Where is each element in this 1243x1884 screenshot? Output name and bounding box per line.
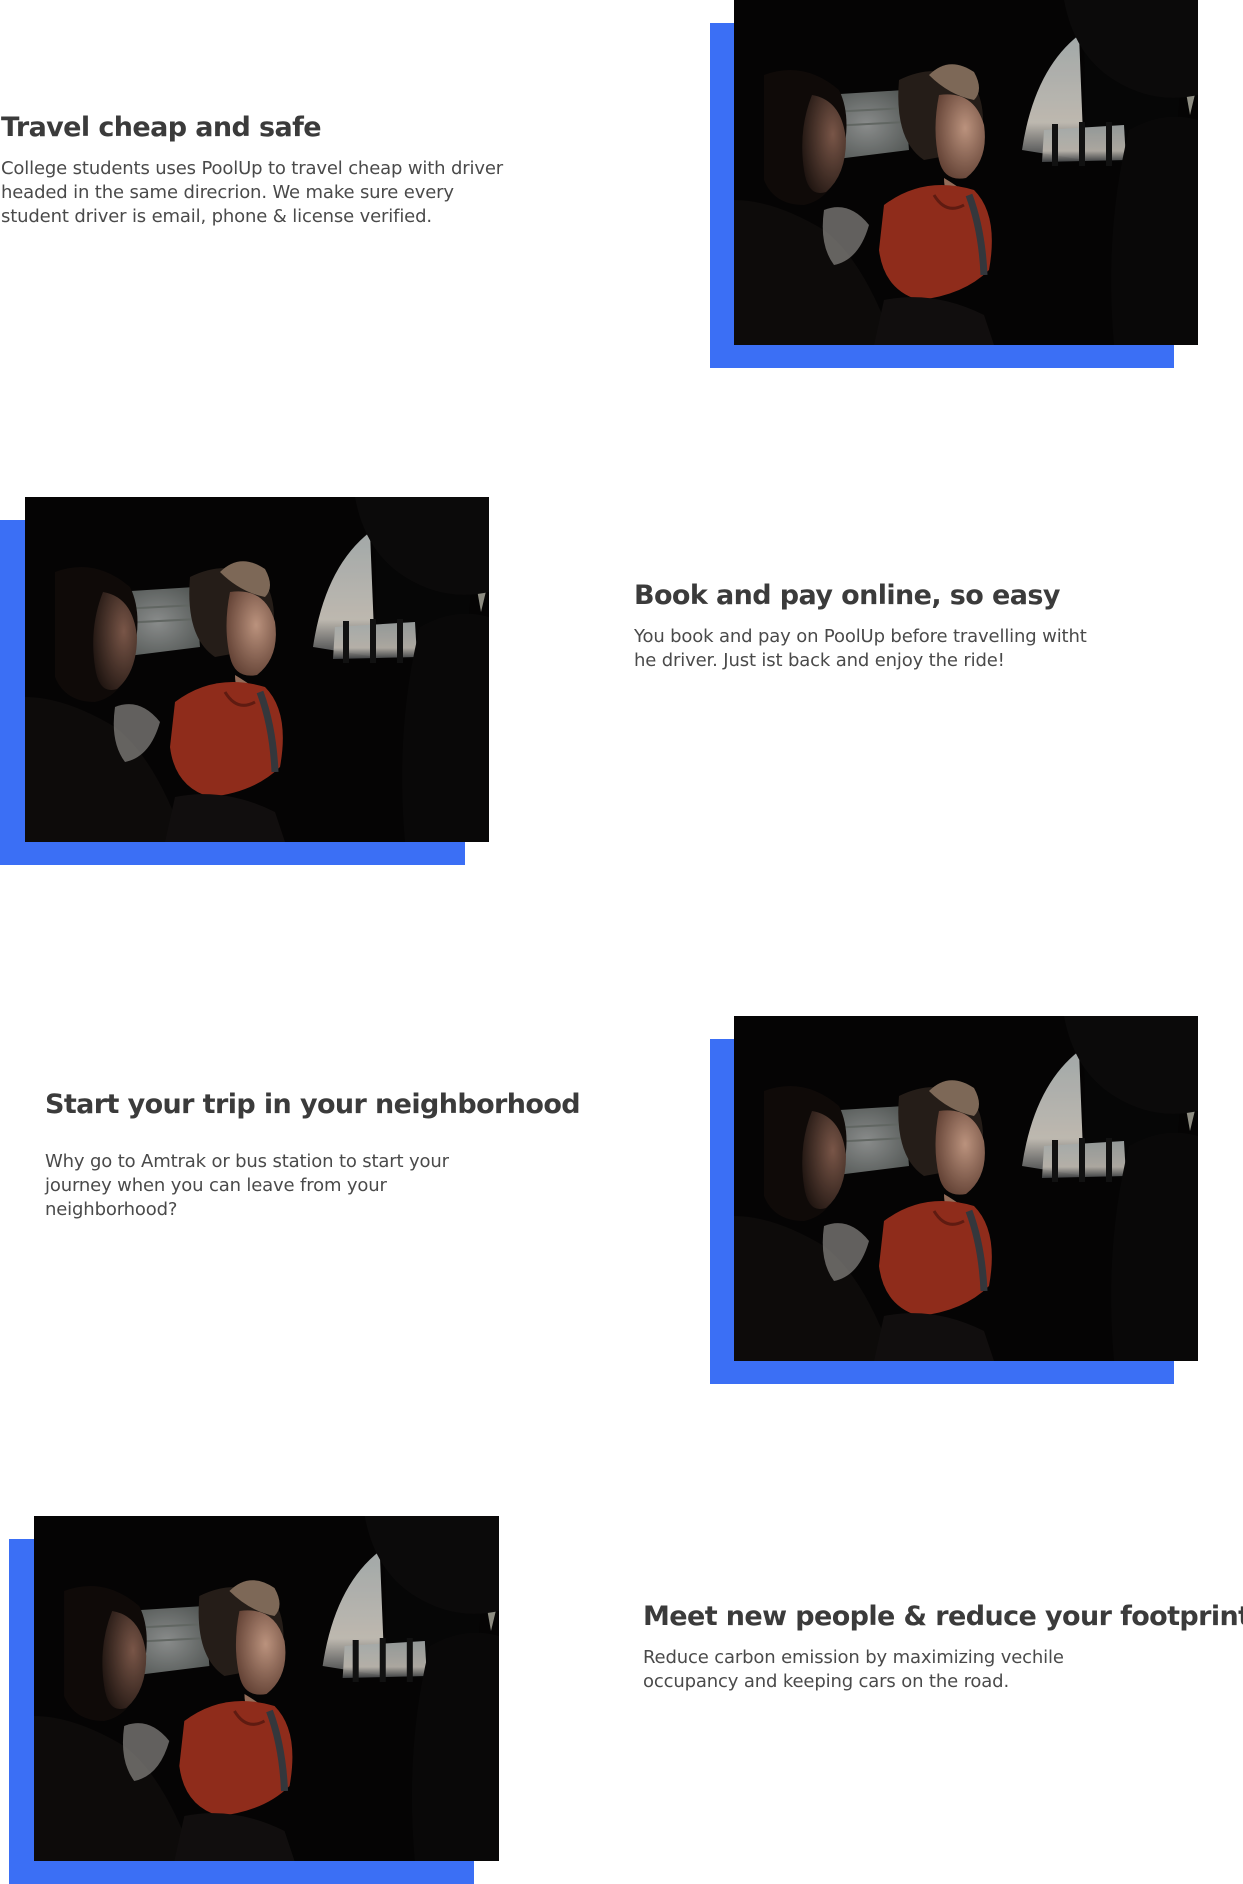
feature-description: College students uses PoolUp to travel c… — [1, 158, 504, 227]
feature-description: You book and pay on PoolUp before travel… — [634, 626, 1087, 671]
feature-photo — [734, 0, 1198, 345]
feature-description: Why go to Amtrak or bus station to start… — [45, 1151, 449, 1220]
feature-title: Meet new people & reduce your footprint — [643, 1601, 1243, 1632]
feature-media — [0, 497, 489, 865]
feature-description: Reduce carbon emission by maximizing vec… — [643, 1647, 1064, 1692]
feature-photo — [25, 497, 489, 842]
feature-text-block: Travel cheap and safe College students u… — [1, 111, 581, 229]
feature-photo — [734, 1016, 1198, 1361]
feature-media — [9, 1516, 499, 1884]
feature-text-block: Book and pay online, so easy You book an… — [634, 579, 1214, 673]
feature-title: Start your trip in your neighborhood — [45, 1089, 581, 1120]
feature-photo — [34, 1516, 499, 1861]
feature-title: Travel cheap and safe — [1, 112, 322, 143]
feature-title: Book and pay online, so easy — [634, 580, 1060, 611]
feature-media — [710, 0, 1198, 368]
feature-media — [710, 1016, 1198, 1384]
feature-text-block: Meet new people & reduce your footprint … — [643, 1600, 1243, 1694]
feature-text-block: Start your trip in your neighborhood Why… — [45, 1088, 665, 1222]
